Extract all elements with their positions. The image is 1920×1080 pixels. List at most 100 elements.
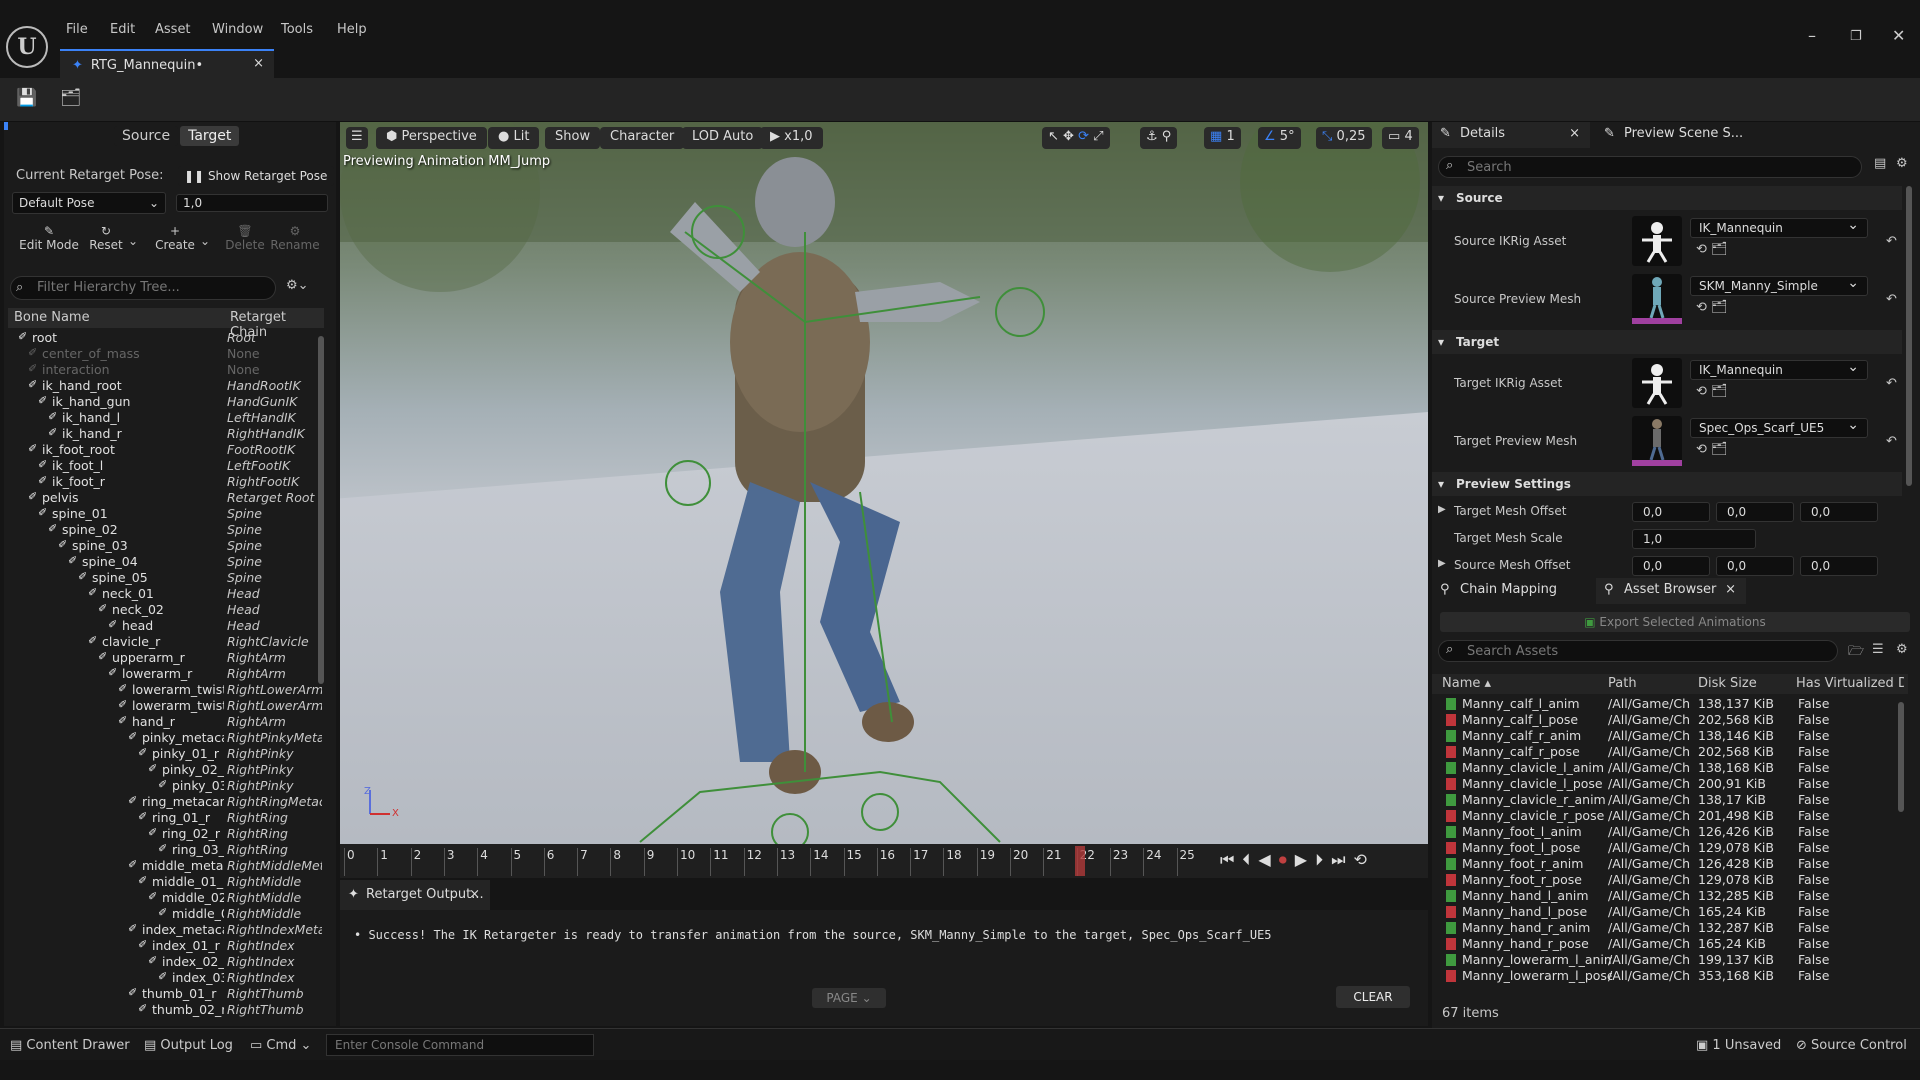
table-row[interactable]: ✐ interaction None <box>8 362 324 378</box>
retarget-chain[interactable]: None <box>227 346 322 361</box>
console-input[interactable]: Enter Console Command <box>326 1034 594 1056</box>
lit-button[interactable]: ● Lit <box>488 127 540 149</box>
retarget-chain[interactable]: RightMiddle <box>227 890 322 905</box>
table-row[interactable]: ✐ clavicle_r RightClavicle <box>8 634 324 650</box>
table-row[interactable]: Manny_hand_r_anim/All/Game/Ch 132,287 KiB… <box>1432 920 1902 936</box>
table-row[interactable]: Manny_hand_l_pose/All/Game/Ch 165,24 KiB F… <box>1432 904 1902 920</box>
col-path[interactable]: Path <box>1608 676 1637 691</box>
table-row[interactable]: ✐ spine_01 Spine <box>8 506 324 522</box>
col-virtualized[interactable]: Has Virtualized D <box>1796 676 1904 691</box>
col-disk-size[interactable]: Disk Size <box>1698 676 1757 691</box>
retarget-chain[interactable]: RightMiddle <box>227 906 322 921</box>
assets-search-input[interactable]: Search Assets <box>1438 640 1838 662</box>
table-row[interactable]: ✐ ik_hand_l LeftHandIK <box>8 410 324 426</box>
table-row[interactable]: ✐ center_of_mass None <box>8 346 324 362</box>
retarget-chain[interactable]: None <box>227 362 322 377</box>
table-row[interactable]: ✐ spine_03 Spine <box>8 538 324 554</box>
table-row[interactable]: ✐ hand_r RightArm <box>8 714 324 730</box>
retarget-chain[interactable]: RightLowerArm <box>227 698 322 713</box>
retarget-chain[interactable]: RightMiddle <box>227 874 322 889</box>
table-row[interactable]: ✐ ring_metacarpaRightRingMetac <box>8 794 324 810</box>
perspective-button[interactable]: ⬢ Perspective <box>376 127 487 149</box>
table-row[interactable]: Manny_lowerarm_l_anim/All/Game/Ch 199,137… <box>1432 952 1902 968</box>
export-selected-button[interactable]: ▣ Export Selected Animations <box>1440 612 1910 632</box>
table-row[interactable]: ✐ lowerarm_twist_0RightLowerArm <box>8 698 324 714</box>
grid-snap-button[interactable]: ▦ 1 <box>1204 127 1241 149</box>
reset-button[interactable]: ↻ Reset <box>84 224 128 252</box>
table-row[interactable]: ✐ pinky_02_r RightPinky <box>8 762 324 778</box>
retarget-chain[interactable]: RightHandIK <box>227 426 322 441</box>
table-row[interactable]: Manny_foot_l_pose/All/Game/Ch 129,078 KiB… <box>1432 840 1902 856</box>
table-row[interactable]: ✐ head Head <box>8 618 324 634</box>
table-row[interactable]: ✐ ring_02_r RightRing <box>8 826 324 842</box>
close-window-icon[interactable]: ✕ <box>1892 26 1905 45</box>
table-row[interactable]: ✐ middle_02_rRightMiddle <box>8 890 324 906</box>
source-offset-y[interactable]: 0,0 <box>1716 556 1794 576</box>
edit-mode-button[interactable]: ✎ Edit Mode <box>18 224 80 252</box>
clear-button[interactable]: CLEAR <box>1336 986 1410 1008</box>
surface-snap-icon[interactable]: ⚓ ⚲ <box>1140 127 1178 149</box>
gear-icon[interactable]: ⚙ <box>1896 642 1908 657</box>
folder-icon[interactable]: 🗁 <box>1848 642 1864 664</box>
retarget-chain[interactable]: RightMiddleMeta <box>227 858 322 873</box>
table-row[interactable]: Manny_calf_r_anim/All/Game/Ch 138,146 KiB… <box>1432 728 1902 744</box>
skip-end-icon[interactable]: ⏭ <box>1331 850 1353 869</box>
table-row[interactable]: ✐ spine_05 Spine <box>8 570 324 586</box>
col-bone-name[interactable]: Bone Name <box>14 310 90 325</box>
table-row[interactable]: Manny_hand_r_pose/All/Game/Ch 165,24 KiB F… <box>1432 936 1902 952</box>
table-row[interactable]: ✐ pinky_01_r RightPinky <box>8 746 324 762</box>
table-row[interactable]: ✐ ik_foot_l LeftFootIK <box>8 458 324 474</box>
table-row[interactable]: ✐ pinky_03_rRightPinky <box>8 778 324 794</box>
source-offset-z[interactable]: 0,0 <box>1800 556 1878 576</box>
step-forward-icon[interactable]: ⏵ <box>1315 850 1331 869</box>
gear-icon[interactable]: ⚙ <box>1896 156 1908 171</box>
table-row[interactable]: ✐ ring_01_r RightRing <box>8 810 324 826</box>
retarget-chain[interactable]: RightLowerArm <box>227 682 322 697</box>
close-tab-icon[interactable]: × <box>253 56 264 71</box>
transform-tools[interactable]: ↖ ✥ ⟳ ⤢ <box>1042 127 1110 149</box>
source-offset-x[interactable]: 0,0 <box>1632 556 1710 576</box>
rename-button[interactable]: ⚙ Rename <box>268 224 322 252</box>
retarget-chain[interactable]: RightIndex <box>227 938 322 953</box>
retarget-chain[interactable]: Root <box>227 330 322 345</box>
table-row[interactable]: Manny_clavicle_l_anim/All/Game/Ch 138,168… <box>1432 760 1902 776</box>
retarget-chain[interactable]: RightIndex <box>227 954 322 969</box>
table-row[interactable]: ✐ middle_metacarpRightMiddleMeta <box>8 858 324 874</box>
menu-window[interactable]: Window <box>212 22 263 44</box>
unsaved-button[interactable]: ▣ 1 Unsaved <box>1696 1038 1781 1053</box>
table-row[interactable]: ✐ ik_foot_root FootRootIK <box>8 442 324 458</box>
browse-icon[interactable]: ⟲ 🗂 <box>1696 384 1728 399</box>
retarget-chain[interactable]: Head <box>227 586 322 601</box>
retarget-chain[interactable]: RightIndexMeta <box>227 922 322 937</box>
table-row[interactable]: ✐ index_01_r RightIndex <box>8 938 324 954</box>
retarget-chain[interactable]: Spine <box>227 522 322 537</box>
details-search-input[interactable]: Search <box>1438 156 1862 178</box>
table-row[interactable]: ✐ ik_hand_gun HandGunIK <box>8 394 324 410</box>
hierarchy-search-input[interactable]: Filter Hierarchy Tree... <box>10 276 276 300</box>
target-offset-z[interactable]: 0,0 <box>1800 502 1878 522</box>
table-row[interactable]: ✐ ring_03_rRightRing <box>8 842 324 858</box>
table-row[interactable]: ✐ index_03_rRightIndex <box>8 970 324 986</box>
table-row[interactable]: ✐ middle_01_r RightMiddle <box>8 874 324 890</box>
asset-editor-tab[interactable]: ✦ RTG_Mannequin• × <box>60 49 274 79</box>
loop-icon[interactable]: ⟲ <box>1353 850 1374 869</box>
table-row[interactable]: ✐ lowerarm_r RightArm <box>8 666 324 682</box>
table-row[interactable]: Manny_clavicle_r_pose/All/Game/Ch 201,498… <box>1432 808 1902 824</box>
table-row[interactable]: Manny_calf_l_anim/All/Game/Ch 138,137 KiB… <box>1432 696 1902 712</box>
show-retarget-pose-button[interactable]: ❚❚ Show Retarget Pose <box>178 166 334 186</box>
show-button[interactable]: Show <box>545 127 601 149</box>
table-view-icon[interactable]: ▤ <box>1874 156 1886 171</box>
play-rate-button[interactable]: ▶ x1,0 <box>760 127 823 149</box>
table-row[interactable]: ✐ ik_hand_root HandRootIK <box>8 378 324 394</box>
assets-scrollbar[interactable] <box>1898 702 1904 812</box>
target-offset-y[interactable]: 0,0 <box>1716 502 1794 522</box>
reset-to-default-icon[interactable]: ↶ <box>1886 292 1897 307</box>
record-icon[interactable]: ⏺ <box>1279 850 1295 869</box>
source-control-button[interactable]: ⊘ Source Control <box>1796 1038 1907 1053</box>
tab-chain-mapping[interactable]: ⚲ Chain Mapping <box>1432 578 1592 604</box>
retarget-chain[interactable]: Spine <box>227 538 322 553</box>
create-dropdown-icon[interactable]: ⌄ <box>200 234 210 248</box>
target-scale-field[interactable]: 1,0 <box>1632 529 1756 549</box>
reset-to-default-icon[interactable]: ↶ <box>1886 234 1897 249</box>
retarget-chain[interactable]: RightPinkyMeta <box>227 730 322 745</box>
